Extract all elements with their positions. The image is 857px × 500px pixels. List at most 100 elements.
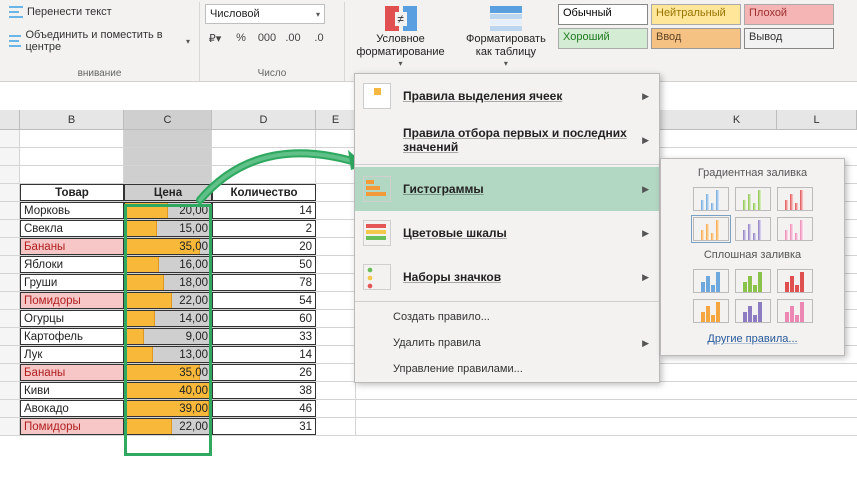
format-as-table-button[interactable]: Форматировать как таблицу ▾ xyxy=(461,4,551,70)
table-header-qty[interactable]: Количество xyxy=(212,184,316,201)
menu-action[interactable]: Удалить правила▶ xyxy=(355,330,659,356)
cell-price[interactable]: 20,00 xyxy=(124,202,212,219)
cell-qty[interactable]: 78 xyxy=(212,274,316,291)
cell-price[interactable]: 16,00 xyxy=(124,256,212,273)
format-as-table-label: Форматировать как таблицу xyxy=(466,33,546,59)
table-header-name[interactable]: Товар xyxy=(20,184,124,201)
chevron-right-icon: ▶ xyxy=(642,91,649,102)
cell-price[interactable]: 40,00 xyxy=(124,382,212,399)
menu-item-label: Правила отбора первых и последних значен… xyxy=(403,126,630,154)
databar-swatch[interactable] xyxy=(777,217,813,241)
merge-center-button[interactable]: Объединить и поместить в центре ▾ xyxy=(5,27,194,55)
cell-price[interactable]: 22,00 xyxy=(124,292,212,309)
cell-name[interactable]: Помидоры xyxy=(20,292,124,309)
cell-price[interactable]: 22,00 xyxy=(124,418,212,435)
databar-swatch[interactable] xyxy=(777,187,813,211)
cell-name[interactable]: Бананы xyxy=(20,364,124,381)
cell-price[interactable]: 35,00 xyxy=(124,238,212,255)
cell-price[interactable]: 13,00 xyxy=(124,346,212,363)
chevron-down-icon: ▾ xyxy=(398,59,402,68)
column-header-e[interactable]: E xyxy=(316,110,356,129)
databar-submenu: Градиентная заливкаСплошная заливкаДруги… xyxy=(660,158,845,356)
cell-qty[interactable]: 50 xyxy=(212,256,316,273)
menu-item-label: Правила выделения ячеек xyxy=(403,89,562,103)
menu-action[interactable]: Создать правило... xyxy=(355,304,659,330)
decrease-decimal-button[interactable]: .0 xyxy=(309,28,329,48)
comma-format-button[interactable]: 000 xyxy=(257,28,277,48)
chevron-right-icon: ▶ xyxy=(642,338,649,349)
table-header-price[interactable]: Цена xyxy=(124,184,212,201)
databar-swatch[interactable] xyxy=(777,269,813,293)
conditional-formatting-button[interactable]: Условное форматирование ▾ xyxy=(350,4,451,70)
cell-name[interactable]: Огурцы xyxy=(20,310,124,327)
cell-qty[interactable]: 14 xyxy=(212,346,316,363)
currency-format-button[interactable]: ₽▾ xyxy=(205,28,225,48)
column-header-d[interactable]: D xyxy=(212,110,316,129)
menu-item-iconset[interactable]: Наборы значков▶ xyxy=(355,255,659,299)
cell-qty[interactable]: 31 xyxy=(212,418,316,435)
cell-price[interactable]: 14,00 xyxy=(124,310,212,327)
cell-price[interactable]: 18,00 xyxy=(124,274,212,291)
menu-item-databar[interactable]: Гистограммы▶ xyxy=(355,167,659,211)
cell-qty[interactable]: 46 xyxy=(212,400,316,417)
cell-qty[interactable]: 2 xyxy=(212,220,316,237)
column-header-b[interactable]: B xyxy=(20,110,124,129)
cell-style-Нейтральный[interactable]: Нейтральный xyxy=(651,4,741,25)
databar-swatch[interactable] xyxy=(735,187,771,211)
databar-swatch[interactable] xyxy=(693,269,729,293)
cell-name[interactable]: Яблоки xyxy=(20,256,124,273)
cell-name[interactable]: Свекла xyxy=(20,220,124,237)
cell-style-Обычный[interactable]: Обычный xyxy=(558,4,648,25)
databar-swatch[interactable] xyxy=(735,299,771,323)
cell-name[interactable]: Киви xyxy=(20,382,124,399)
cell-name[interactable]: Морковь xyxy=(20,202,124,219)
submenu-other-rules[interactable]: Другие правила... xyxy=(665,327,840,351)
menu-item-colorscale[interactable]: Цветовые шкалы▶ xyxy=(355,211,659,255)
cell-qty[interactable]: 54 xyxy=(212,292,316,309)
cell-price[interactable]: 9,00 xyxy=(124,328,212,345)
databar-swatch[interactable] xyxy=(693,187,729,211)
table-row[interactable]: Авокадо39,0046 xyxy=(0,400,857,418)
cell-style-Хороший[interactable]: Хороший xyxy=(558,28,648,49)
cell-style-Плохой[interactable]: Плохой xyxy=(744,4,834,25)
cell-price[interactable]: 39,00 xyxy=(124,400,212,417)
menu-action[interactable]: Управление правилами... xyxy=(355,356,659,382)
wrap-text-button[interactable]: Перенести текст xyxy=(5,4,116,20)
cell-name[interactable]: Лук xyxy=(20,346,124,363)
cell-name[interactable]: Авокадо xyxy=(20,400,124,417)
cell-qty[interactable]: 60 xyxy=(212,310,316,327)
cell-qty[interactable]: 26 xyxy=(212,364,316,381)
table-row[interactable]: Помидоры22,0031 xyxy=(0,418,857,436)
column-header-c[interactable]: C xyxy=(124,110,212,129)
cell-price[interactable]: 35,00 xyxy=(124,364,212,381)
cell-qty[interactable]: 20 xyxy=(212,238,316,255)
column-header-k[interactable]: K xyxy=(697,110,777,129)
chevron-down-icon: ▾ xyxy=(186,37,190,46)
increase-decimal-button[interactable]: .00 xyxy=(283,28,303,48)
percent-format-button[interactable]: % xyxy=(231,28,251,48)
databar-swatch[interactable] xyxy=(693,299,729,323)
databar-swatch[interactable] xyxy=(735,269,771,293)
databar-swatch[interactable] xyxy=(777,299,813,323)
databar-swatch[interactable] xyxy=(735,217,771,241)
cell-style-Вывод[interactable]: Вывод xyxy=(744,28,834,49)
iconset-icon xyxy=(363,264,391,290)
menu-item-highlight[interactable]: Правила выделения ячеек ▶ xyxy=(355,74,659,118)
chevron-right-icon: ▶ xyxy=(642,135,649,146)
number-format-select[interactable]: Числовой ▾ xyxy=(205,4,325,24)
cell-name[interactable]: Картофель xyxy=(20,328,124,345)
cell-qty[interactable]: 33 xyxy=(212,328,316,345)
databar-swatch[interactable] xyxy=(693,217,729,241)
table-row[interactable]: Киви40,0038 xyxy=(0,382,857,400)
select-all-corner[interactable] xyxy=(0,110,20,129)
menu-item-rank[interactable]: Правила отбора первых и последних значен… xyxy=(355,118,659,162)
cell-name[interactable]: Груши xyxy=(20,274,124,291)
cell-style-Ввод[interactable]: Ввод xyxy=(651,28,741,49)
cell-name[interactable]: Помидоры xyxy=(20,418,124,435)
cell-qty[interactable]: 38 xyxy=(212,382,316,399)
column-header-l[interactable]: L xyxy=(777,110,857,129)
menu-item-label: Цветовые шкалы xyxy=(403,226,507,240)
cell-qty[interactable]: 14 xyxy=(212,202,316,219)
cell-price[interactable]: 15,00 xyxy=(124,220,212,237)
cell-name[interactable]: Бананы xyxy=(20,238,124,255)
